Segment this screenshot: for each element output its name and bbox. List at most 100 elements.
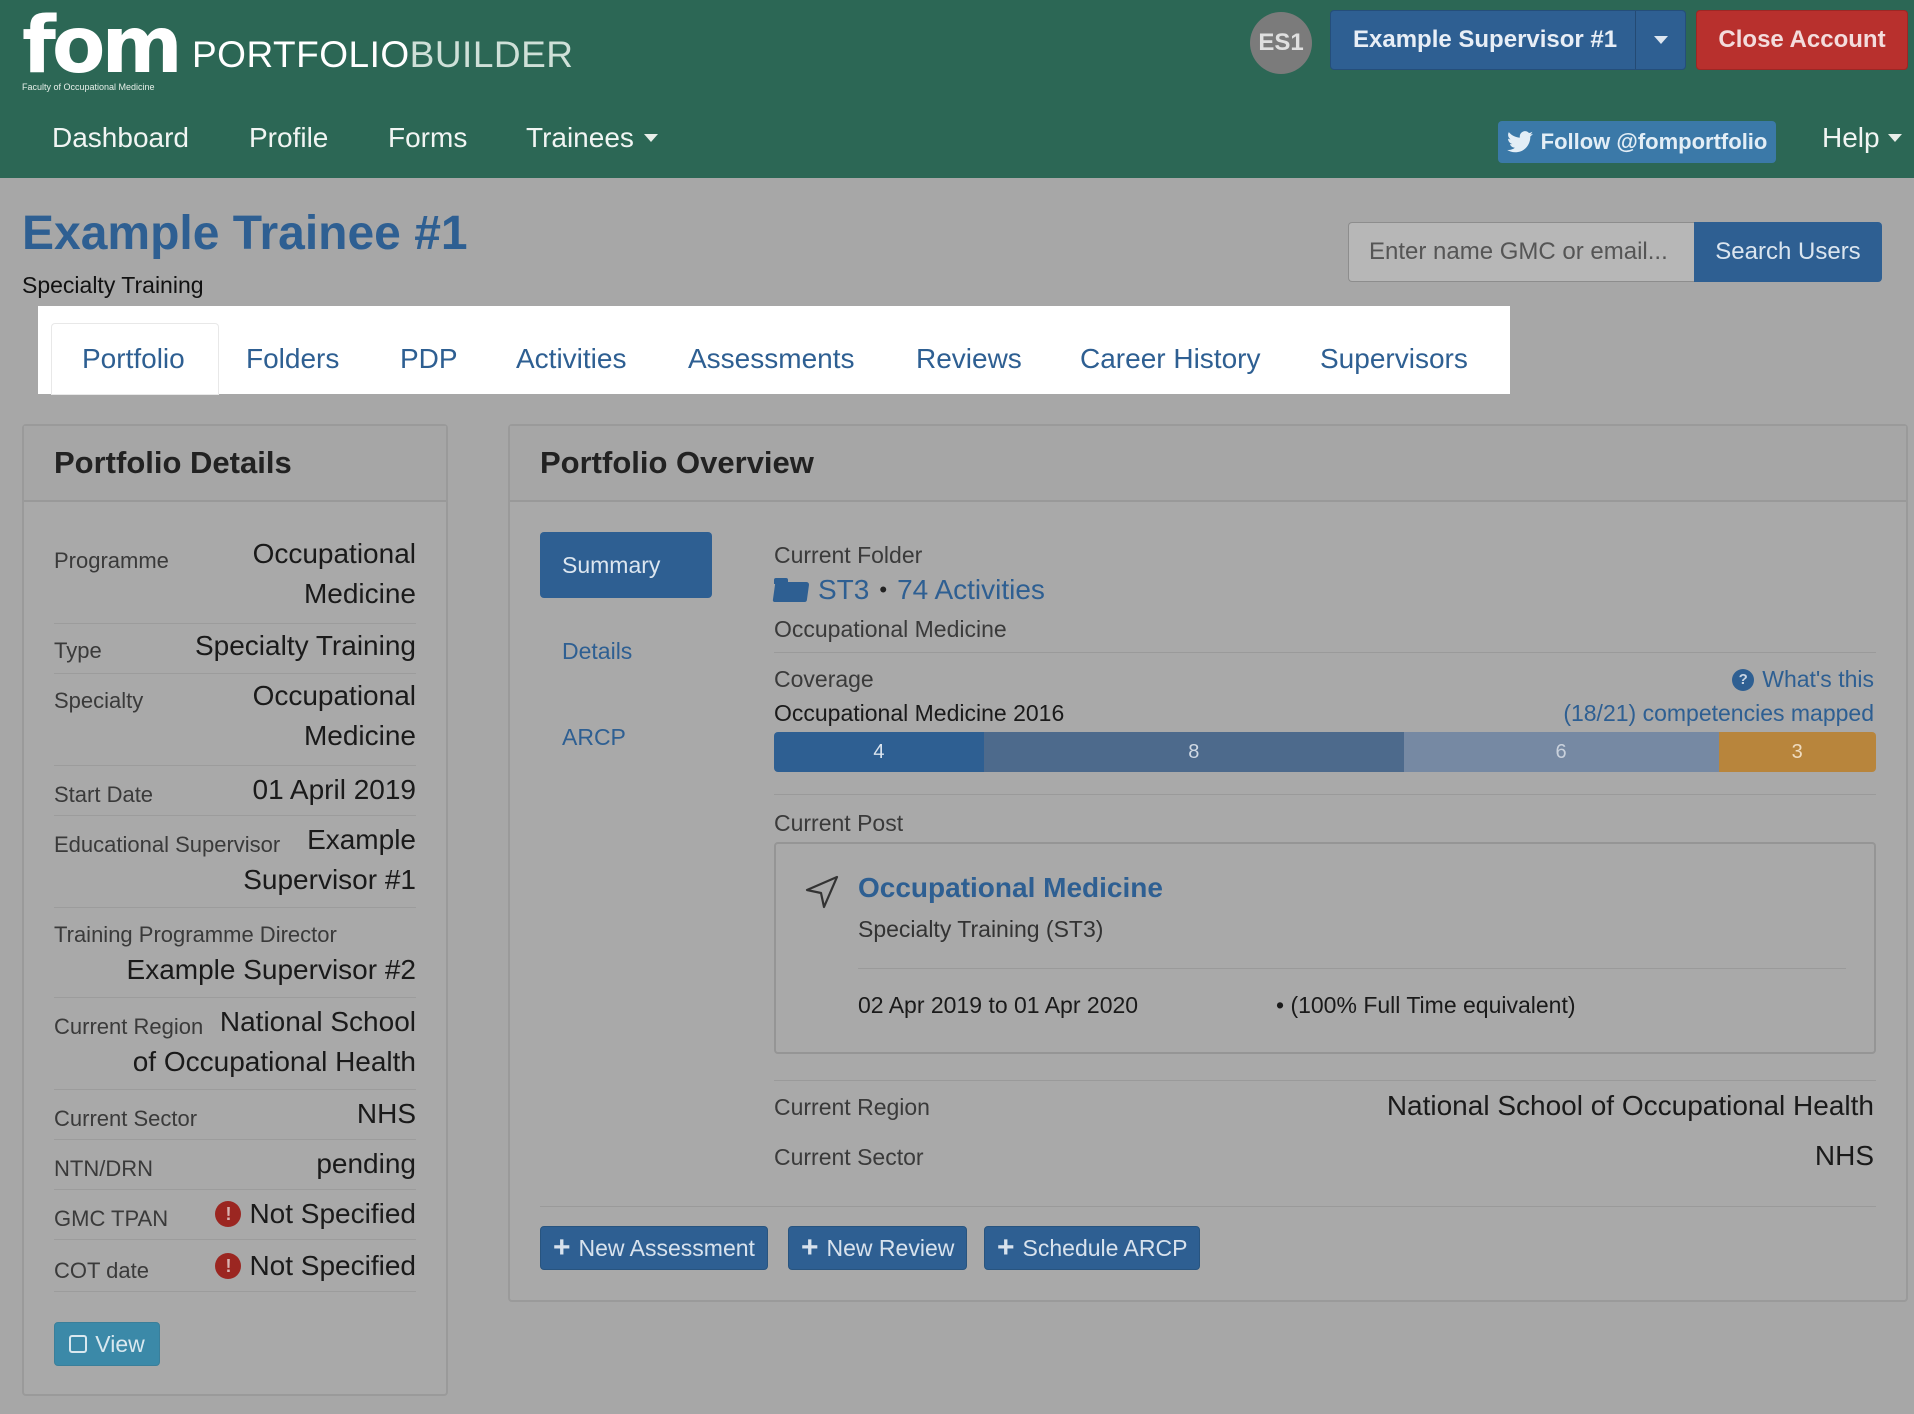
folder-activities-link[interactable]: 74 Activities	[897, 574, 1045, 606]
detail-current-region: Current Region National School of Occupa…	[54, 998, 416, 1090]
twitter-follow-button[interactable]: Follow @fomportfolio	[1498, 121, 1776, 163]
tab-activities[interactable]: Activities	[516, 324, 626, 394]
educational-supervisor-link[interactable]: Example Supervisor #1	[243, 820, 416, 900]
whats-this-label: What's this	[1762, 666, 1874, 692]
divider	[774, 652, 1876, 653]
gmc-tpan-label: GMC TPAN	[54, 1206, 169, 1231]
detail-cot-date: COT date ! Not Specified	[54, 1240, 416, 1292]
subnav-details[interactable]: Details	[562, 638, 632, 665]
nav-help-label: Help	[1822, 122, 1880, 153]
coverage-segment-3[interactable]: 6	[1403, 732, 1719, 772]
nav-help[interactable]: Help	[1822, 122, 1902, 154]
competencies-mapped-link[interactable]: (18/21) competencies mapped	[1563, 700, 1874, 727]
tab-supervisors[interactable]: Supervisors	[1320, 324, 1468, 394]
current-region-value: National School of Occupational Health	[133, 1002, 416, 1082]
post-dates: 02 Apr 2019 to 01 Apr 2020	[858, 992, 1139, 1018]
new-assessment-label: New Assessment	[578, 1234, 755, 1261]
tab-career-history[interactable]: Career History	[1080, 324, 1260, 394]
twitter-follow-label: Follow @fomportfolio	[1540, 129, 1768, 154]
whats-this-link[interactable]: ? What's this	[1732, 666, 1874, 693]
cot-date-label: COT date	[54, 1258, 149, 1283]
subnav-arcp[interactable]: ARCP	[562, 724, 626, 751]
fom-logo[interactable]: fom Faculty of Occupational Medicine	[22, 6, 183, 96]
start-date-value: 01 April 2019	[252, 774, 416, 805]
new-review-label: New Review	[826, 1234, 955, 1261]
current-region-line2: of Occupational Health	[132, 1046, 416, 1077]
overview-region-label: Current Region	[774, 1094, 930, 1120]
tab-portfolio[interactable]: Portfolio	[82, 324, 185, 394]
divider	[858, 968, 1846, 969]
tpd-link[interactable]: Example Supervisor #2	[127, 950, 416, 990]
cot-date-text: Not Specified	[249, 1250, 416, 1281]
avatar[interactable]: ES1	[1250, 12, 1312, 74]
start-date-label: Start Date	[54, 782, 154, 807]
coverage-progress-bar[interactable]: 4863	[774, 732, 1876, 772]
current-sector-value: NHS	[356, 1098, 416, 1129]
programme-value-line2: Medicine	[303, 578, 416, 609]
nav-trainees[interactable]: Trainees	[526, 122, 658, 154]
view-button[interactable]: View	[54, 1322, 160, 1366]
ntn-drn-label: NTN/DRN	[54, 1156, 153, 1181]
app-title-part1: PORTFOLIO	[192, 34, 410, 75]
location-arrow-icon	[805, 875, 839, 909]
divider	[540, 1206, 1876, 1207]
folder-open-icon	[774, 578, 808, 602]
new-review-button[interactable]: + New Review	[788, 1226, 968, 1270]
user-menu-button[interactable]: Example Supervisor #1	[1330, 10, 1686, 70]
portfolio-overview-heading: Portfolio Overview	[510, 426, 1906, 502]
programme-label: Programme	[54, 548, 169, 573]
nav-profile[interactable]: Profile	[249, 122, 328, 154]
folder-name-link[interactable]: ST3	[818, 574, 869, 606]
specialty-value-line2: Medicine	[303, 720, 416, 751]
current-post-label: Current Post	[774, 810, 904, 836]
post-subtitle: Specialty Training (ST3)	[858, 916, 1104, 942]
nav-trainees-label: Trainees	[526, 122, 634, 153]
app-title[interactable]: PORTFOLIOBUILDER	[192, 34, 574, 76]
detail-specialty: Specialty Occupational Medicine	[54, 674, 416, 766]
tab-pdp[interactable]: PDP	[400, 324, 458, 394]
post-title-link[interactable]: Occupational Medicine	[858, 872, 1163, 904]
gmc-tpan-value: ! Not Specified	[215, 1194, 416, 1234]
overview-sector-label: Current Sector	[774, 1144, 924, 1170]
user-name[interactable]: Example Supervisor #1	[1331, 11, 1635, 69]
detail-start-date: Start Date 01 April 2019	[54, 766, 416, 816]
search-users-input[interactable]	[1348, 222, 1694, 282]
gmc-tpan-text: Not Specified	[249, 1198, 416, 1229]
schedule-arcp-button[interactable]: + Schedule ARCP	[984, 1226, 1201, 1270]
user-menu-toggle[interactable]	[1635, 11, 1685, 69]
new-assessment-button[interactable]: + New Assessment	[540, 1226, 768, 1270]
tab-reviews[interactable]: Reviews	[916, 324, 1022, 394]
detail-programme: Programme Occupational Medicine	[54, 532, 416, 624]
plus-icon: +	[801, 1231, 819, 1264]
current-folder: ST3 • 74 Activities	[774, 574, 1045, 606]
question-circle-icon: ?	[1732, 668, 1755, 691]
coverage-segment-4[interactable]: 3	[1718, 732, 1876, 772]
subnav-summary[interactable]: Summary	[540, 532, 712, 598]
logo-subtitle: Faculty of Occupational Medicine	[22, 82, 155, 92]
coverage-segment-2[interactable]: 8	[983, 732, 1404, 772]
tab-assessments[interactable]: Assessments	[688, 324, 855, 394]
tab-bar: Portfolio Folders PDP Activities Assessm…	[38, 306, 1510, 394]
top-header: fom Faculty of Occupational Medicine POR…	[0, 0, 1914, 178]
view-button-label: View	[95, 1330, 145, 1357]
portfolio-details-heading: Portfolio Details	[24, 426, 446, 502]
educational-supervisor-line2: Supervisor #1	[243, 864, 416, 895]
specialty-value-line1: Occupational	[252, 680, 416, 711]
plus-icon: +	[997, 1231, 1015, 1264]
current-sector-label: Current Sector	[54, 1106, 198, 1131]
detail-ntn-drn: NTN/DRN pending	[54, 1140, 416, 1190]
nav-forms[interactable]: Forms	[388, 122, 467, 154]
caret-down-icon	[1653, 36, 1668, 44]
educational-supervisor-line1: Example	[307, 824, 416, 855]
divider	[774, 794, 1876, 795]
coverage-segment-1[interactable]: 4	[774, 732, 984, 772]
caret-down-icon	[1887, 134, 1902, 142]
search-users-button[interactable]: Search Users	[1694, 222, 1882, 282]
close-account-button[interactable]: Close Account	[1696, 10, 1908, 70]
ntn-drn-value: pending	[316, 1148, 416, 1179]
detail-type: Type Specialty Training	[54, 624, 416, 674]
nav-dashboard[interactable]: Dashboard	[52, 122, 189, 154]
portfolio-overview-panel: Portfolio Overview Summary Details ARCP …	[508, 424, 1908, 1302]
tab-folders[interactable]: Folders	[246, 324, 339, 394]
type-value: Specialty Training	[194, 630, 416, 661]
